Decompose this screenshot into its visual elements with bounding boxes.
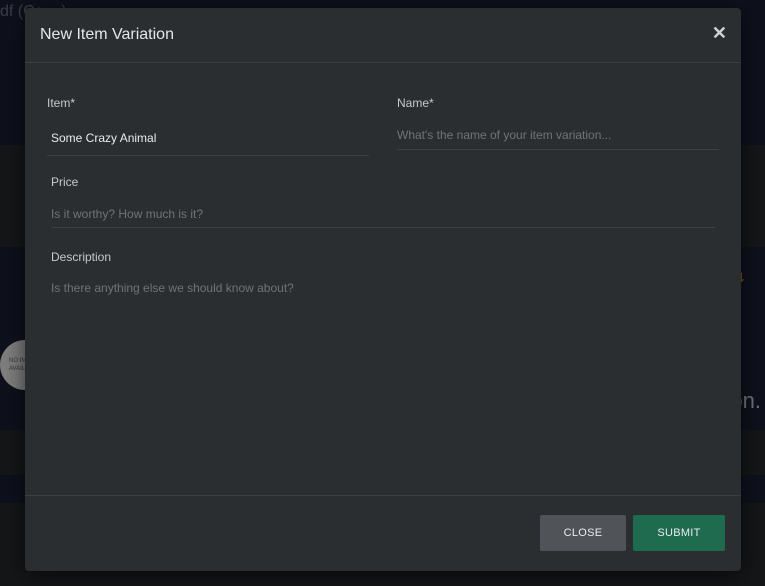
name-underline bbox=[397, 149, 719, 150]
description-label: Description bbox=[51, 250, 112, 264]
item-label: Item* bbox=[47, 96, 76, 110]
item-select[interactable]: Some Crazy Animal bbox=[51, 131, 156, 145]
modal-header: New Item Variation ✕ bbox=[25, 8, 741, 63]
price-label: Price bbox=[51, 175, 79, 189]
close-button[interactable]: CLOSE bbox=[540, 515, 626, 551]
submit-button[interactable]: SUBMIT bbox=[633, 515, 725, 551]
name-label: Name* bbox=[397, 96, 434, 110]
item-underline bbox=[47, 155, 369, 156]
price-input[interactable]: Is it worthy? How much is it? bbox=[51, 207, 203, 221]
new-item-variation-modal: New Item Variation ✕ Item* Some Crazy An… bbox=[25, 8, 741, 571]
close-icon[interactable]: ✕ bbox=[712, 24, 727, 42]
description-input[interactable]: Is there anything else we should know ab… bbox=[51, 281, 294, 295]
price-underline bbox=[51, 227, 715, 228]
modal-title: New Item Variation bbox=[40, 26, 174, 43]
name-input[interactable]: What's the name of your item variation..… bbox=[397, 128, 611, 142]
